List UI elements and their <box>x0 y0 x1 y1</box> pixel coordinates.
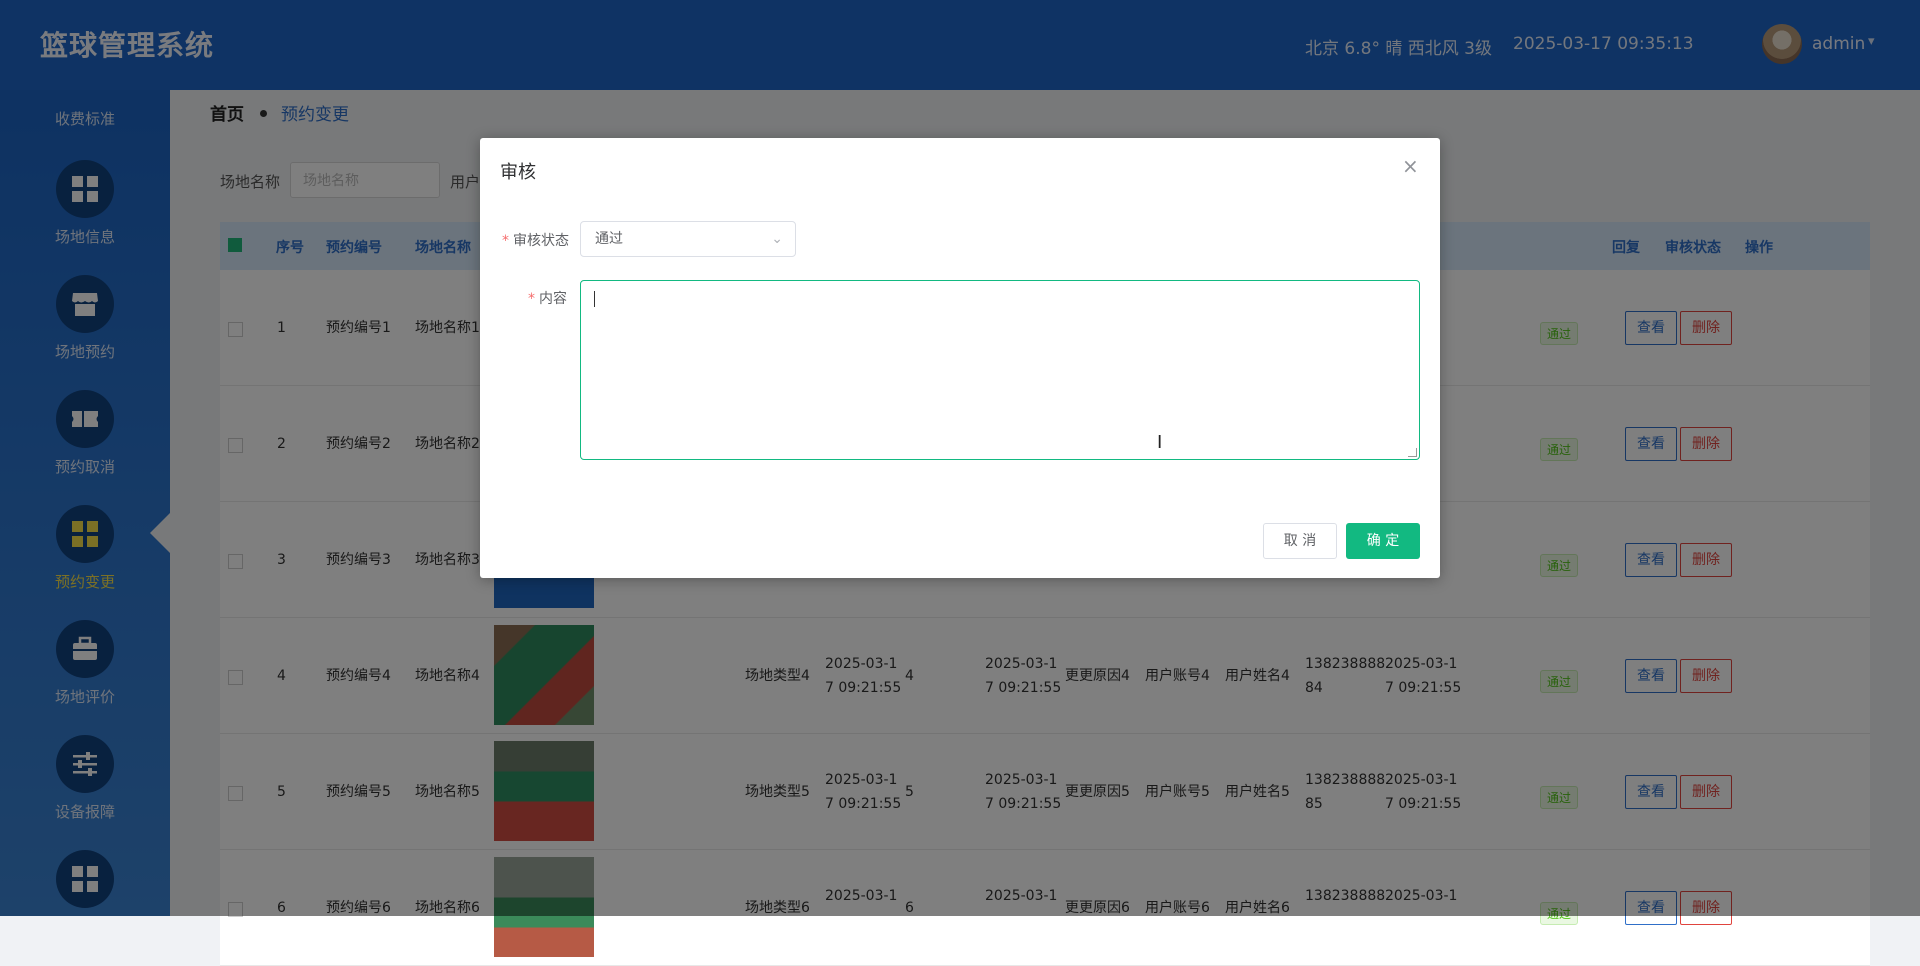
text-caret <box>594 291 595 307</box>
required-mark: * <box>502 233 509 249</box>
required-mark: * <box>528 291 535 307</box>
content-field-label: * 内容 <box>528 288 567 308</box>
select-value: 通过 <box>595 231 623 247</box>
status-label-text: 审核状态 <box>513 233 569 249</box>
status-field-label: * 审核状态 <box>502 230 569 250</box>
cancel-button[interactable]: 取 消 <box>1263 523 1337 559</box>
content-textarea[interactable] <box>580 280 1420 460</box>
chevron-down-icon: ⌄ <box>771 231 783 247</box>
review-dialog: 审核 × * 审核状态 通过 ⌄ * 内容 取 消 确 定 <box>480 138 1440 578</box>
review-status-select[interactable]: 通过 ⌄ <box>580 221 796 257</box>
ibeam-cursor-icon: I <box>1157 432 1163 453</box>
resize-handle[interactable] <box>1408 448 1417 457</box>
confirm-button[interactable]: 确 定 <box>1346 523 1420 559</box>
dialog-title: 审核 <box>500 162 536 183</box>
close-icon[interactable]: × <box>1402 154 1419 178</box>
content-label-text: 内容 <box>539 291 567 307</box>
